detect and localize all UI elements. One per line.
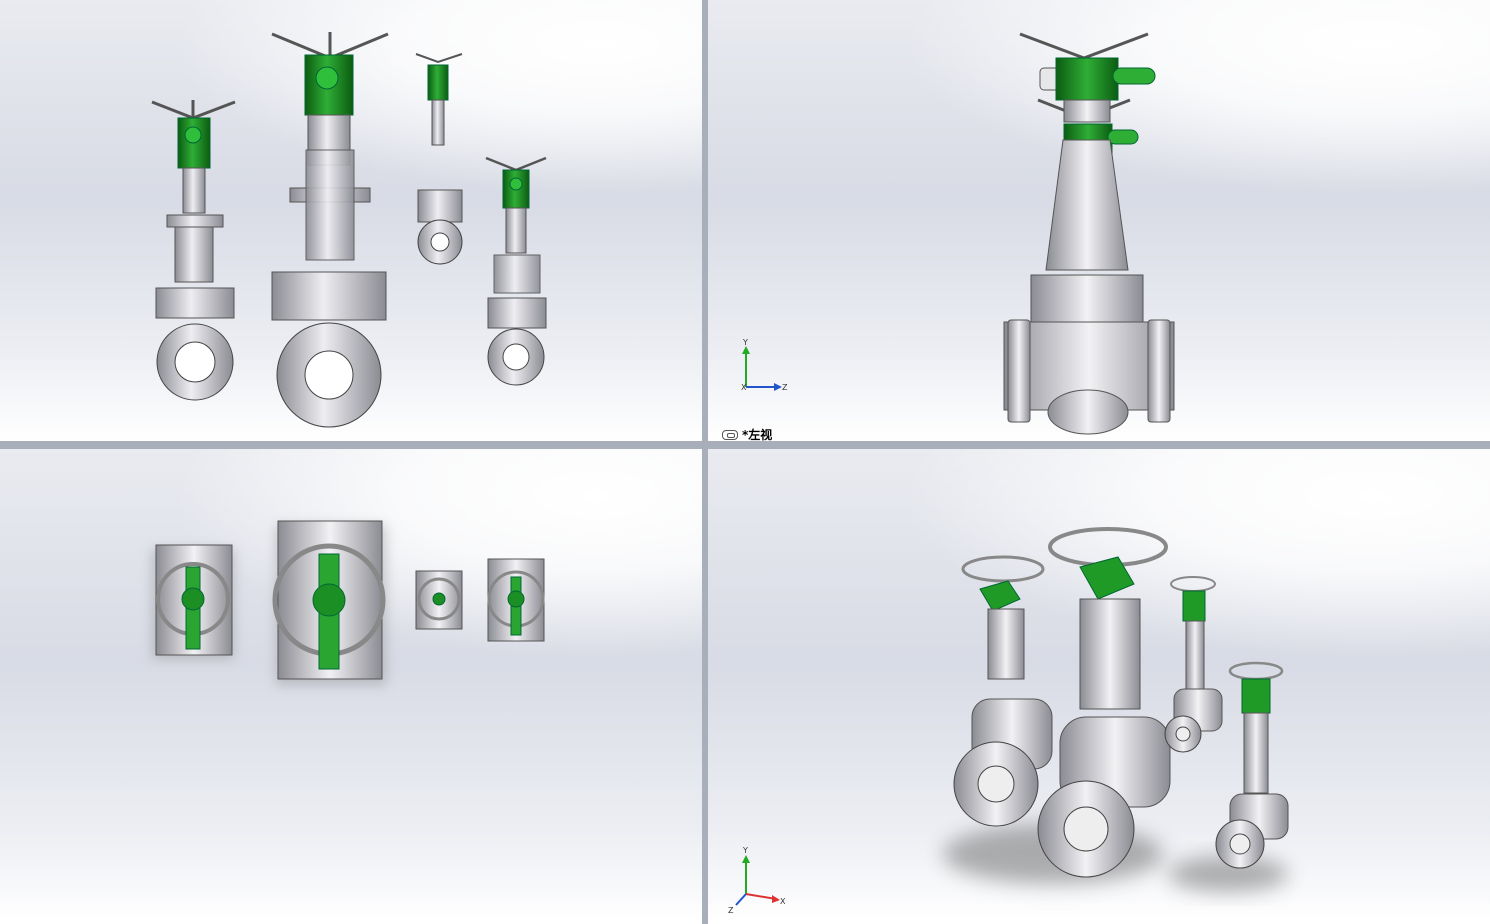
isometric-canvas: Y X Z — [728, 527, 1289, 915]
vertical-splitter[interactable] — [702, 0, 708, 924]
viewport-top-view[interactable] — [0, 449, 702, 924]
horizontal-splitter[interactable] — [0, 441, 1490, 449]
axis-y-label: Y — [742, 338, 748, 347]
cad-quad-view: Y Z X *左视 Y X Z — [0, 0, 1490, 924]
valve-iso-large[interactable] — [1037, 527, 1171, 878]
axis-z-label: Z — [782, 383, 788, 392]
view-name: *左视 — [742, 428, 773, 441]
valve-iso-right[interactable] — [1215, 661, 1289, 869]
valve-iso-small[interactable] — [1164, 576, 1223, 753]
viewport-isometric[interactable]: Y X Z — [708, 449, 1490, 924]
axis-z-label: Z — [728, 906, 734, 915]
viewport-front[interactable] — [0, 0, 702, 441]
valve-top-large[interactable] — [272, 520, 386, 685]
front-view-canvas — [151, 32, 547, 428]
axis-triad: Y Z X — [741, 338, 788, 392]
view-orientation-label: *左视 — [722, 426, 772, 441]
valve-top-tiny[interactable] — [415, 570, 463, 630]
axis-triad: Y X Z — [728, 846, 786, 915]
valve-side-view[interactable] — [1003, 32, 1175, 435]
valve-iso-left[interactable] — [953, 555, 1053, 827]
valve-top-small-left[interactable] — [152, 544, 234, 659]
valve-top-small-right[interactable] — [487, 558, 545, 642]
axis-x-label: X — [780, 897, 786, 906]
left-view-canvas: Y Z X — [741, 32, 1175, 435]
valve-large[interactable] — [271, 32, 389, 428]
axis-y-label: Y — [742, 846, 748, 855]
valve-tiny[interactable] — [415, 53, 463, 265]
top-view-canvas — [152, 520, 545, 685]
link-icon — [722, 429, 738, 440]
viewport-left-view[interactable]: Y Z X *左视 — [708, 0, 1490, 441]
valve-small-left[interactable] — [151, 100, 236, 401]
valve-small-right[interactable] — [485, 156, 547, 386]
axis-x-label: X — [741, 383, 747, 392]
